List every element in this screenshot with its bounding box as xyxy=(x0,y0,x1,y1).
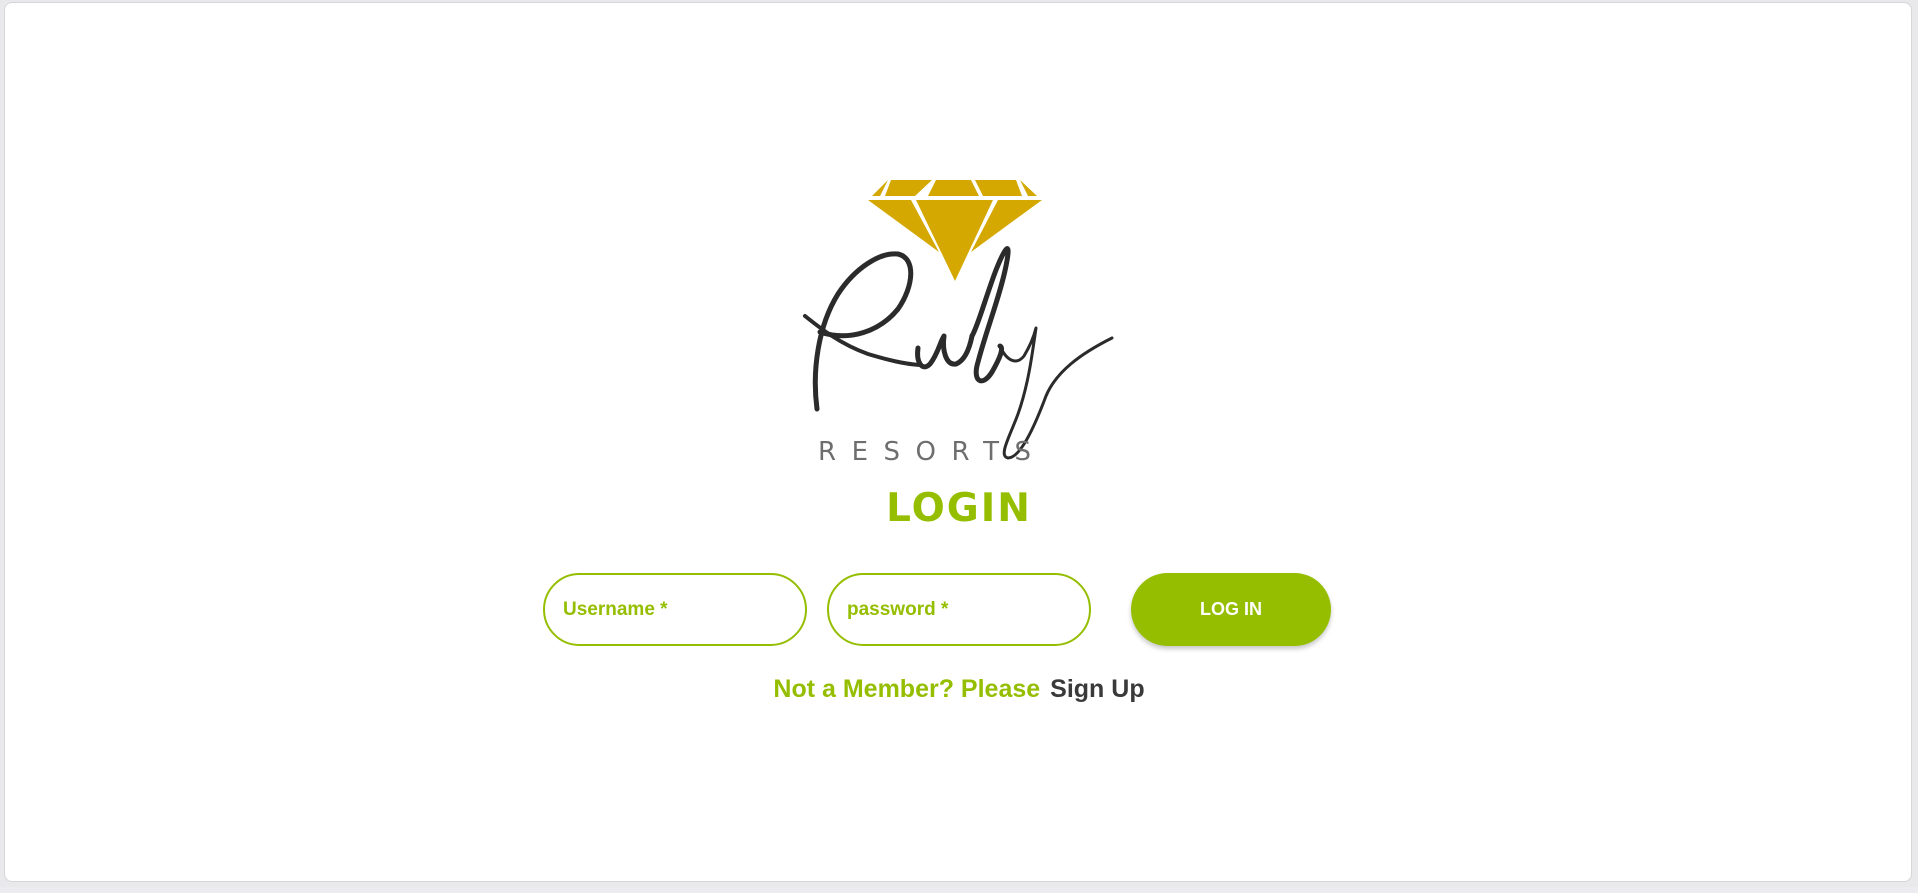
ruby-resorts-logo: RESORTS xyxy=(790,166,1126,468)
ruby-script-wordmark xyxy=(803,246,1114,460)
brand-subtitle: RESORTS xyxy=(818,437,1031,467)
username-input[interactable] xyxy=(543,573,807,646)
sign-up-link[interactable]: Sign Up xyxy=(1050,675,1144,703)
login-button[interactable]: LOG IN xyxy=(1131,573,1331,646)
signup-prompt-row: Not a Member? Please Sign Up xyxy=(0,672,1918,706)
page-title: LOGIN xyxy=(886,486,1032,531)
password-input[interactable] xyxy=(827,573,1091,646)
diamond-icon xyxy=(868,180,1042,281)
signup-prompt-text: Not a Member? Please xyxy=(773,675,1041,703)
window-bottom-edge xyxy=(0,887,1918,893)
